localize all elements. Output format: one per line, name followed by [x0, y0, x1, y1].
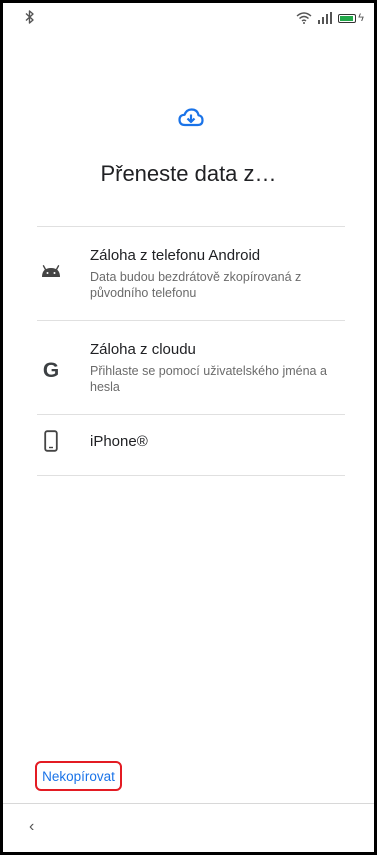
navigation-bar: ‹: [3, 803, 374, 852]
battery-charging-icon: ϟ: [338, 12, 364, 24]
back-icon[interactable]: ‹: [29, 818, 34, 836]
divider: [37, 320, 345, 321]
option-iphone[interactable]: iPhone®: [37, 415, 345, 475]
option-description: Přihlaste se pomocí uživatelského jména …: [90, 364, 327, 394]
status-icons: ϟ: [296, 12, 364, 24]
status-bar: ϟ: [3, 3, 374, 33]
screen: ϟ Přeneste data z… Záloha z telefonu And…: [0, 0, 377, 855]
battery-level: [340, 15, 353, 21]
bluetooth-icon: [25, 10, 35, 27]
cloud-download-icon: [178, 107, 204, 129]
dont-copy-button[interactable]: Nekopírovat: [35, 761, 122, 791]
wifi-icon: [296, 12, 312, 24]
divider: [37, 226, 345, 227]
charging-bolt-icon: ϟ: [358, 12, 364, 24]
option-title: Záloha z cloudu: [90, 341, 196, 358]
android-icon: [37, 264, 65, 278]
option-description: Data budou bezdrátově zkopírovaná z půvo…: [90, 270, 302, 300]
divider: [37, 475, 345, 476]
google-g-icon: G: [42, 359, 60, 382]
option-cloud-backup[interactable]: G Záloha z cloudu Přihlaste se pomocí už…: [37, 333, 345, 413]
option-title: iPhone®: [90, 433, 148, 450]
page-title: Přeneste data z…: [100, 161, 277, 186]
option-android-backup[interactable]: Záloha z telefonu Android Data budou bez…: [37, 239, 345, 319]
option-title: Záloha z telefonu Android: [90, 247, 261, 264]
signal-icon: [317, 12, 333, 24]
iphone-icon: [37, 430, 65, 452]
